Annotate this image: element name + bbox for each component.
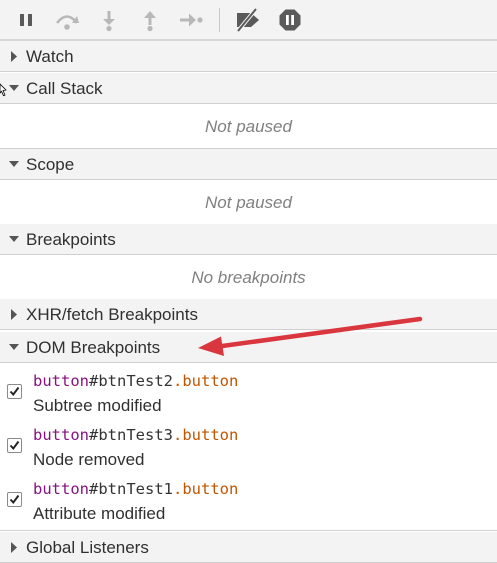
section-divider — [0, 530, 497, 531]
mouse-cursor-icon — [0, 83, 8, 104]
scope-title: Scope — [26, 155, 75, 174]
step-out-icon[interactable] — [137, 8, 163, 32]
collapsed-triangle-icon — [9, 299, 21, 330]
breakpoints-empty-message: No breakpoints — [0, 256, 497, 300]
watch-title: Watch — [26, 47, 74, 66]
dom-breakpoints-section-header[interactable]: DOM Breakpoints — [0, 332, 497, 363]
node-selector[interactable]: button#btnTest1.button — [33, 480, 238, 498]
step-into-icon[interactable] — [96, 8, 122, 32]
xhr-breakpoints-section-header[interactable]: XHR/fetch Breakpoints — [0, 299, 497, 330]
dom-breakpoint-item: button#btnTest3.button Node removed — [0, 421, 497, 475]
debugger-toolbar — [0, 0, 497, 41]
expanded-triangle-icon — [9, 332, 21, 363]
node-selector[interactable]: button#btnTest2.button — [33, 372, 238, 390]
debugger-sidebar: Watch Call Stack Not paused Scope Not pa… — [0, 0, 497, 563]
selector-class: .button — [173, 426, 239, 444]
breakpoints-section-header[interactable]: Breakpoints — [0, 224, 497, 255]
expanded-triangle-icon — [9, 73, 21, 104]
call-stack-empty-message: Not paused — [0, 105, 497, 149]
dom-breakpoints-title: DOM Breakpoints — [26, 338, 161, 357]
global-listeners-section-header[interactable]: Global Listeners — [0, 532, 497, 563]
selector-id: #btnTest1 — [89, 480, 173, 498]
selector-class: .button — [173, 372, 239, 390]
expanded-triangle-icon — [9, 149, 21, 180]
dom-breakpoint-item: button#btnTest2.button Subtree modified — [0, 367, 497, 421]
pause-on-exceptions-icon[interactable] — [277, 8, 303, 32]
step-over-icon[interactable] — [53, 8, 79, 32]
selector-id: #btnTest3 — [89, 426, 173, 444]
pause-icon[interactable] — [13, 8, 39, 32]
xhr-breakpoints-title: XHR/fetch Breakpoints — [26, 305, 198, 324]
dom-breakpoint-item: button#btnTest1.button Attribute modifie… — [0, 475, 497, 529]
selector-tag: button — [33, 426, 89, 444]
selector-tag: button — [33, 480, 89, 498]
deactivate-breakpoints-icon[interactable] — [233, 8, 263, 32]
breakpoint-type: Attribute modified — [33, 504, 166, 523]
expanded-triangle-icon — [9, 224, 21, 255]
step-icon[interactable] — [177, 8, 203, 32]
breakpoint-type: Node removed — [33, 450, 145, 469]
scope-empty-message: Not paused — [0, 181, 497, 225]
global-listeners-title: Global Listeners — [26, 538, 149, 557]
scope-section-header[interactable]: Scope — [0, 149, 497, 180]
collapsed-triangle-icon — [9, 41, 21, 72]
selector-class: .button — [173, 480, 239, 498]
call-stack-title: Call Stack — [26, 79, 103, 98]
watch-section-header[interactable]: Watch — [0, 41, 497, 72]
collapsed-triangle-icon — [9, 532, 21, 563]
node-selector[interactable]: button#btnTest3.button — [33, 426, 238, 444]
toolbar-separator — [219, 8, 220, 32]
selector-tag: button — [33, 372, 89, 390]
selector-id: #btnTest2 — [89, 372, 173, 390]
breakpoint-checkbox[interactable] — [7, 492, 22, 507]
breakpoint-type: Subtree modified — [33, 396, 162, 415]
breakpoint-checkbox[interactable] — [7, 438, 22, 453]
call-stack-section-header[interactable]: Call Stack — [0, 73, 497, 104]
breakpoint-checkbox[interactable] — [7, 384, 22, 399]
breakpoints-title: Breakpoints — [26, 230, 116, 249]
